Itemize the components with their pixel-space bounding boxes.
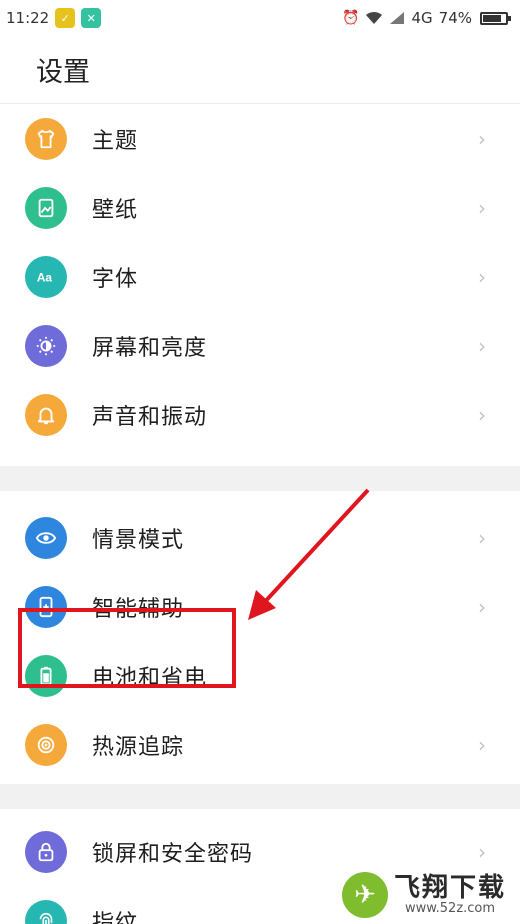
watermark-text: 飞翔下载 www.52z.com xyxy=(393,872,506,917)
watermark-url: www.52z.com xyxy=(404,901,496,917)
chevron-right-icon: › xyxy=(478,264,486,289)
chevron-right-icon: › xyxy=(478,402,486,427)
settings-item-label: 声音和振动 xyxy=(92,404,208,430)
settings-item-heat-tracking[interactable]: 热源追踪 › xyxy=(0,710,520,779)
alarm-icon: ⏰ xyxy=(342,10,360,26)
settings-item-theme[interactable]: 主题 › xyxy=(0,104,520,173)
settings-section-1: 主题 › 壁纸 › Aa 字体 › 屏幕和亮度 › 声音和振动 › xyxy=(0,104,520,449)
header: 设置 xyxy=(0,36,520,104)
settings-item-label: 壁纸 xyxy=(92,197,139,223)
settings-item-scene-mode[interactable]: 情景模式 › xyxy=(0,503,520,572)
lock-icon xyxy=(25,830,67,873)
fingerprint-icon xyxy=(25,899,67,924)
wallpaper-icon xyxy=(25,186,67,229)
settings-item-label: 字体 xyxy=(92,266,139,292)
page-title: 设置 xyxy=(36,57,90,88)
battery-status-icon xyxy=(480,11,511,25)
battery-icon xyxy=(25,654,67,697)
settings-item-font[interactable]: Aa 字体 › xyxy=(0,242,520,311)
bell-icon xyxy=(25,393,67,436)
settings-item-display[interactable]: 屏幕和亮度 › xyxy=(0,311,520,380)
settings-item-sound[interactable]: 声音和振动 › xyxy=(0,380,520,449)
svg-text:Aa: Aa xyxy=(37,270,53,284)
settings-item-battery[interactable]: 电池和省电 xyxy=(0,641,520,710)
settings-item-label: 电池和省电 xyxy=(92,665,208,691)
chevron-right-icon: › xyxy=(478,732,486,757)
section-divider xyxy=(0,784,520,809)
section-divider xyxy=(0,466,520,491)
watermark-title: 飞翔下载 xyxy=(393,872,506,903)
chevron-right-icon: › xyxy=(478,594,486,619)
settings-item-label: 锁屏和安全密码 xyxy=(92,841,254,867)
settings-item-label: 智能辅助 xyxy=(92,596,185,622)
font-icon: Aa xyxy=(25,255,67,298)
settings-item-label: 指纹 xyxy=(92,910,139,924)
settings-item-label: 情景模式 xyxy=(92,527,185,553)
status-bar: 11:22 ✓ ✕ ⏰ 4G 74% xyxy=(0,0,520,36)
heat-icon xyxy=(25,723,67,766)
network-type: 4G xyxy=(411,9,433,27)
chevron-right-icon: › xyxy=(478,195,486,220)
chevron-right-icon: › xyxy=(478,839,486,864)
settings-item-label: 屏幕和亮度 xyxy=(92,335,208,361)
settings-section-2: 情景模式 › 智能辅助 › 电池和省电 热源追踪 › xyxy=(0,491,520,779)
chevron-right-icon: › xyxy=(478,525,486,550)
battery-percent: 74% xyxy=(438,9,472,27)
status-right: ⏰ 4G 74% xyxy=(342,9,511,27)
watermark-logo-icon: ✈ xyxy=(341,872,388,918)
app-notification-icon-2: ✕ xyxy=(81,8,102,28)
theme-shirt-icon xyxy=(25,117,67,160)
chevron-right-icon: › xyxy=(478,333,486,358)
status-time: 11:22 xyxy=(6,9,50,27)
assist-phone-icon xyxy=(25,585,67,628)
brightness-icon xyxy=(25,324,67,367)
eye-icon xyxy=(25,516,67,559)
battery-fill xyxy=(483,14,501,22)
settings-item-wallpaper[interactable]: 壁纸 › xyxy=(0,173,520,242)
app-notification-icon: ✓ xyxy=(55,8,76,28)
chevron-right-icon: › xyxy=(478,126,486,151)
settings-item-label: 主题 xyxy=(92,128,139,154)
settings-item-smart-assist[interactable]: 智能辅助 › xyxy=(0,572,520,641)
watermark: ✈ 飞翔下载 www.52z.com xyxy=(335,870,512,920)
settings-item-label: 热源追踪 xyxy=(92,734,185,760)
status-left: 11:22 ✓ ✕ xyxy=(6,8,102,28)
signal-icon xyxy=(390,12,405,24)
wifi-icon xyxy=(366,11,383,24)
